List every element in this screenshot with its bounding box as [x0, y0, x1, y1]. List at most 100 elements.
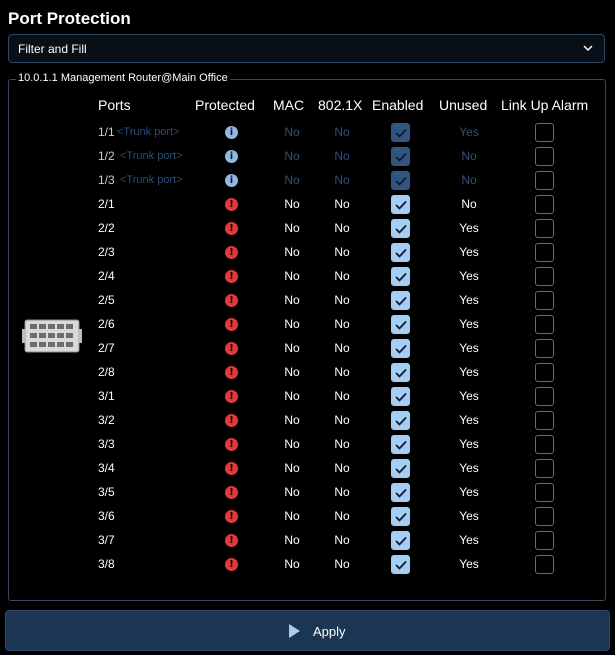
link-up-alarm-checkbox[interactable] [535, 243, 554, 262]
check-icon [395, 200, 407, 210]
link-up-alarm-checkbox[interactable] [535, 531, 554, 550]
unused-value: Yes [459, 461, 479, 475]
link-up-alarm-checkbox[interactable] [535, 195, 554, 214]
enabled-checkbox[interactable] [391, 555, 410, 574]
table-row: 3/2! No No Yes [0, 409, 615, 433]
apply-button-label: Apply [313, 624, 346, 639]
enabled-checkbox[interactable] [391, 219, 410, 238]
unused-value: Yes [459, 413, 479, 427]
link-up-alarm-checkbox[interactable] [535, 291, 554, 310]
unused-value: Yes [459, 389, 479, 403]
link-up-alarm-checkbox[interactable] [535, 267, 554, 286]
dot1x-value: No [334, 293, 350, 307]
link-up-alarm-checkbox[interactable] [535, 171, 554, 190]
mac-value: No [284, 245, 300, 259]
mac-value: No [284, 365, 300, 379]
trunk-port-note: <Trunk port> [120, 150, 183, 162]
link-up-alarm-checkbox[interactable] [535, 219, 554, 238]
link-up-alarm-checkbox[interactable] [535, 147, 554, 166]
play-icon [289, 624, 300, 638]
port-label: 2/3 [98, 245, 115, 259]
mac-value: No [284, 173, 300, 187]
column-header-unused: Unused [439, 97, 488, 113]
enabled-checkbox[interactable] [391, 363, 410, 382]
mac-value: No [284, 437, 300, 451]
check-icon [395, 464, 407, 474]
enabled-checkbox [391, 171, 410, 190]
filter-and-fill-dropdown[interactable]: Filter and Fill [8, 34, 605, 63]
column-header-mac: MAC [273, 97, 305, 113]
unused-value: No [461, 173, 477, 187]
enabled-checkbox [391, 147, 410, 166]
unused-value: Yes [459, 533, 479, 547]
error-icon: ! [225, 438, 238, 451]
link-up-alarm-checkbox[interactable] [535, 483, 554, 502]
enabled-checkbox[interactable] [391, 531, 410, 550]
table-row: 3/3! No No Yes [0, 433, 615, 457]
link-up-alarm-checkbox[interactable] [535, 123, 554, 142]
enabled-checkbox[interactable] [391, 315, 410, 334]
dot1x-value: No [334, 509, 350, 523]
link-up-alarm-checkbox[interactable] [535, 315, 554, 334]
mac-value: No [284, 341, 300, 355]
column-header-link-up-alarm: Link Up Alarm [501, 97, 589, 113]
check-icon [395, 128, 407, 138]
link-up-alarm-checkbox[interactable] [535, 435, 554, 454]
check-icon [395, 512, 407, 522]
dot1x-value: No [334, 485, 350, 499]
mac-value: No [284, 149, 300, 163]
enabled-checkbox[interactable] [391, 411, 410, 430]
apply-button[interactable]: Apply [5, 610, 610, 651]
link-up-alarm-checkbox[interactable] [535, 411, 554, 430]
link-up-alarm-checkbox[interactable] [535, 507, 554, 526]
unused-value: Yes [459, 293, 479, 307]
table-row: 2/6! No No Yes [0, 313, 615, 337]
enabled-checkbox[interactable] [391, 267, 410, 286]
dot1x-value: No [334, 149, 350, 163]
mac-value: No [284, 509, 300, 523]
mac-value: No [284, 413, 300, 427]
enabled-checkbox[interactable] [391, 291, 410, 310]
table-row: 3/8! No No Yes [0, 553, 615, 577]
unused-value: Yes [459, 245, 479, 259]
check-icon [395, 536, 407, 546]
trunk-port-note: <Trunk port> [120, 174, 183, 186]
link-up-alarm-checkbox[interactable] [535, 555, 554, 574]
unused-value: Yes [459, 485, 479, 499]
port-label: 3/5 [98, 485, 115, 499]
enabled-checkbox[interactable] [391, 483, 410, 502]
unused-value: Yes [459, 125, 479, 139]
port-label: 2/7 [98, 341, 115, 355]
table-row: 1/3 <Trunk port> i No No No [0, 169, 615, 193]
mac-value: No [284, 317, 300, 331]
dot1x-value: No [334, 245, 350, 259]
check-icon [395, 560, 407, 570]
error-icon: ! [225, 270, 238, 283]
enabled-checkbox[interactable] [391, 339, 410, 358]
unused-value: Yes [459, 269, 479, 283]
link-up-alarm-checkbox[interactable] [535, 387, 554, 406]
enabled-checkbox [391, 123, 410, 142]
check-icon [395, 224, 407, 234]
port-label: 2/6 [98, 317, 115, 331]
enabled-checkbox[interactable] [391, 507, 410, 526]
enabled-checkbox[interactable] [391, 243, 410, 262]
unused-value: Yes [459, 317, 479, 331]
enabled-checkbox[interactable] [391, 387, 410, 406]
info-icon: i [225, 174, 238, 187]
enabled-checkbox[interactable] [391, 435, 410, 454]
enabled-checkbox[interactable] [391, 459, 410, 478]
link-up-alarm-checkbox[interactable] [535, 363, 554, 382]
link-up-alarm-checkbox[interactable] [535, 339, 554, 358]
table-row: 2/3! No No Yes [0, 241, 615, 265]
mac-value: No [284, 221, 300, 235]
mac-value: No [284, 485, 300, 499]
port-label: 2/4 [98, 269, 115, 283]
link-up-alarm-checkbox[interactable] [535, 459, 554, 478]
chevron-down-icon [583, 45, 593, 52]
check-icon [395, 368, 407, 378]
enabled-checkbox[interactable] [391, 195, 410, 214]
unused-value: Yes [459, 509, 479, 523]
port-label: 3/7 [98, 533, 115, 547]
error-icon: ! [225, 342, 238, 355]
